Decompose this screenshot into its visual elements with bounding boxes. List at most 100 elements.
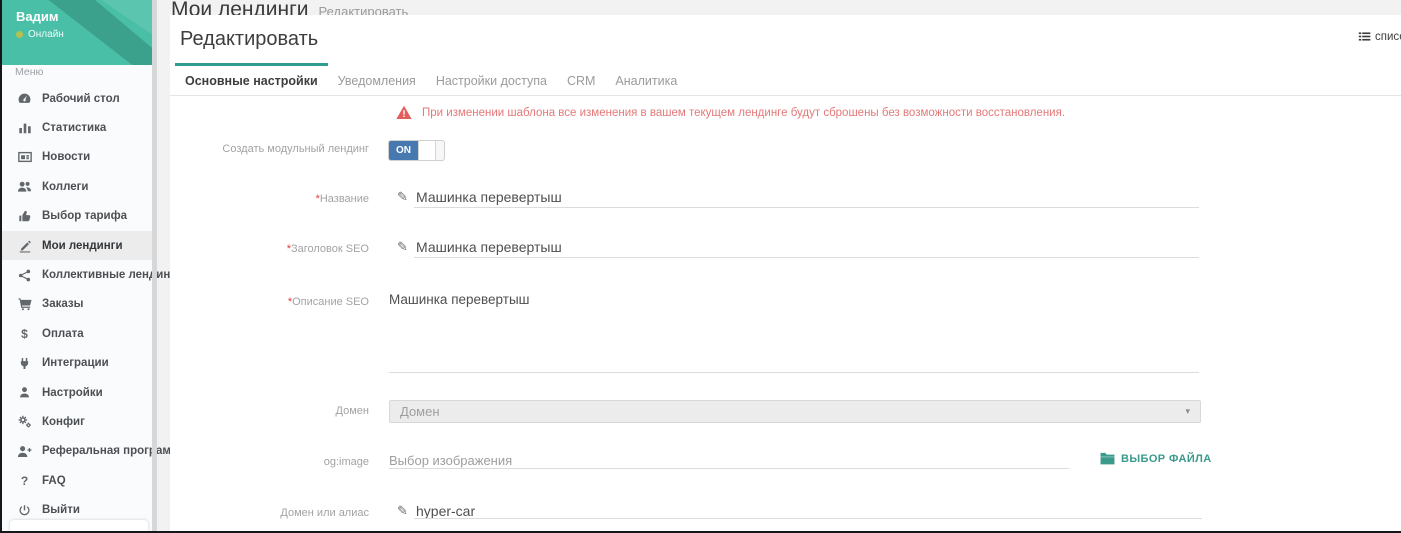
app-window: Вадим Онлайн Меню Рабочий стол Статистик… bbox=[0, 0, 1401, 533]
sidebar-item-colleagues[interactable]: Коллеги bbox=[2, 172, 152, 201]
sidebar-item-integrations[interactable]: Интеграции bbox=[2, 349, 152, 378]
modular-landing-toggle[interactable]: ON bbox=[388, 140, 445, 161]
breadcrumb: Мои лендинги Редактировать bbox=[171, 0, 408, 15]
sidebar-item-label: Конфиг bbox=[42, 416, 85, 428]
sidebar-menu: Рабочий стол Статистика Новости Коллеги … bbox=[2, 84, 152, 525]
og-image-field[interactable]: Выбор изображения bbox=[389, 453, 512, 468]
sidebar-item-label: FAQ bbox=[42, 475, 66, 487]
domain-alias-field[interactable]: hyper-car bbox=[416, 503, 475, 519]
seo-description-field[interactable]: Машинка перевертыш bbox=[389, 292, 529, 307]
sidebar-item-desktop[interactable]: Рабочий стол bbox=[2, 84, 152, 113]
page-subtitle: Редактировать bbox=[318, 4, 408, 15]
cart-icon bbox=[16, 297, 33, 311]
tab-analytics[interactable]: Аналитика bbox=[605, 63, 687, 95]
sidebar-item-label: Статистика bbox=[42, 122, 106, 134]
sidebar-footer-panel bbox=[10, 520, 148, 531]
seo-title-field[interactable]: Машинка перевертыш bbox=[416, 239, 562, 255]
name-label: *Название bbox=[170, 193, 369, 205]
sidebar-item-label: Оплата bbox=[42, 328, 84, 340]
power-icon bbox=[16, 504, 33, 517]
online-dot-icon bbox=[16, 31, 23, 38]
tab-crm[interactable]: CRM bbox=[557, 63, 605, 95]
list-view-button[interactable]: список bbox=[1358, 30, 1401, 43]
name-field[interactable]: Машинка перевертыш bbox=[416, 189, 562, 205]
domain-label: Домен bbox=[170, 405, 369, 417]
edit-pencil-icon: ✎ bbox=[397, 503, 408, 519]
bar-chart-icon bbox=[16, 121, 33, 135]
sidebar-item-tariff[interactable]: Выбор тарифа bbox=[2, 202, 152, 231]
edit-pencil-icon: ✎ bbox=[397, 239, 408, 255]
toggle-on-segment: ON bbox=[389, 141, 418, 160]
file-button-label: ВЫБОР ФАЙЛА bbox=[1121, 453, 1212, 465]
sidebar-item-label: Рабочий стол bbox=[42, 93, 120, 105]
sidebar-item-news[interactable]: Новости bbox=[2, 143, 152, 172]
tab-access-settings[interactable]: Настройки доступа bbox=[426, 63, 557, 95]
sidebar-item-label: Коллективные лендинги bbox=[42, 269, 182, 281]
og-image-underline bbox=[389, 468, 1069, 469]
news-icon bbox=[16, 150, 33, 164]
page-header-strip: Мои лендинги Редактировать bbox=[157, 0, 1401, 15]
sidebar-item-payment[interactable]: $ Оплата bbox=[2, 319, 152, 348]
domain-select-value: Домен bbox=[400, 404, 440, 419]
share-icon bbox=[16, 269, 33, 282]
seo-description-label: *Описание SEO bbox=[170, 296, 369, 308]
edit-pencil-icon: ✎ bbox=[397, 189, 408, 205]
question-icon: ? bbox=[16, 474, 33, 488]
dollar-icon: $ bbox=[16, 327, 33, 341]
name-underline bbox=[414, 207, 1199, 208]
sidebar-item-settings[interactable]: Настройки bbox=[2, 378, 152, 407]
users-icon bbox=[16, 179, 33, 194]
seo-description-underline bbox=[389, 372, 1199, 373]
folder-icon bbox=[1100, 452, 1115, 465]
template-warning: При изменении шаблона все изменения в ва… bbox=[396, 105, 1065, 120]
warning-icon bbox=[396, 105, 412, 120]
sidebar-item-orders[interactable]: Заказы bbox=[2, 290, 152, 319]
warning-text: При изменении шаблона все изменения в ва… bbox=[422, 107, 1065, 119]
seo-title-label: *Заголовок SEO bbox=[170, 243, 369, 255]
sidebar-item-label: Выйти bbox=[42, 504, 80, 516]
sidebar-item-label: Интеграции bbox=[42, 357, 109, 369]
sidebar: Вадим Онлайн Меню Рабочий стол Статистик… bbox=[2, 0, 157, 531]
tab-notifications[interactable]: Уведомления bbox=[328, 63, 426, 95]
sidebar-item-my-landings[interactable]: Мои лендинги bbox=[2, 231, 152, 260]
sidebar-item-label: Мои лендинги bbox=[42, 240, 123, 252]
sidebar-item-referral[interactable]: Реферальная программа bbox=[2, 437, 152, 466]
list-icon bbox=[1358, 30, 1371, 43]
chevron-down-icon: ▾ bbox=[1185, 406, 1190, 417]
tab-main-settings[interactable]: Основные настройки bbox=[175, 63, 328, 95]
user-name: Вадим bbox=[16, 9, 58, 24]
seo-title-underline bbox=[414, 257, 1199, 258]
toggle-knob[interactable] bbox=[418, 141, 436, 160]
sidebar-item-label: Новости bbox=[42, 151, 90, 163]
tab-bar: Основные настройки Уведомления Настройки… bbox=[170, 63, 1401, 96]
user-icon bbox=[16, 386, 33, 399]
domain-alias-label: Домен или алиас bbox=[170, 507, 369, 519]
domain-alias-underline bbox=[414, 518, 1202, 519]
card-title: Редактировать bbox=[180, 28, 318, 51]
sidebar-item-statistics[interactable]: Статистика bbox=[2, 113, 152, 142]
sidebar-item-label: Реферальная программа bbox=[42, 445, 186, 457]
edit-landing-icon bbox=[16, 239, 33, 253]
page-title: Мои лендинги bbox=[171, 0, 308, 15]
sidebar-item-collective-landings[interactable]: Коллективные лендинги bbox=[2, 260, 152, 289]
file-select-button[interactable]: ВЫБОР ФАЙЛА bbox=[1100, 452, 1212, 465]
plug-icon bbox=[16, 357, 33, 370]
dashboard-icon bbox=[16, 91, 33, 106]
status-label: Онлайн bbox=[28, 29, 64, 40]
sidebar-item-label: Выбор тарифа bbox=[42, 210, 127, 222]
menu-section-label: Меню bbox=[15, 66, 43, 78]
sidebar-item-faq[interactable]: ? FAQ bbox=[2, 466, 152, 495]
sidebar-scrollbar[interactable] bbox=[152, 0, 157, 531]
cogs-icon bbox=[16, 414, 33, 429]
modular-landing-label: Создать модульный лендинг bbox=[170, 143, 369, 155]
user-status: Онлайн bbox=[16, 29, 64, 40]
thumb-up-icon bbox=[16, 209, 33, 223]
og-image-label: og:image bbox=[170, 456, 369, 468]
sidebar-item-label: Коллеги bbox=[42, 181, 88, 193]
sidebar-item-label: Настройки bbox=[42, 387, 103, 399]
domain-select[interactable]: Домен ▾ bbox=[389, 400, 1201, 423]
sidebar-item-config[interactable]: Конфиг bbox=[2, 407, 152, 436]
profile-header: Вадим Онлайн bbox=[2, 0, 157, 65]
sidebar-item-label: Заказы bbox=[42, 298, 83, 310]
edit-card: Редактировать список Основные настройки … bbox=[170, 15, 1401, 531]
